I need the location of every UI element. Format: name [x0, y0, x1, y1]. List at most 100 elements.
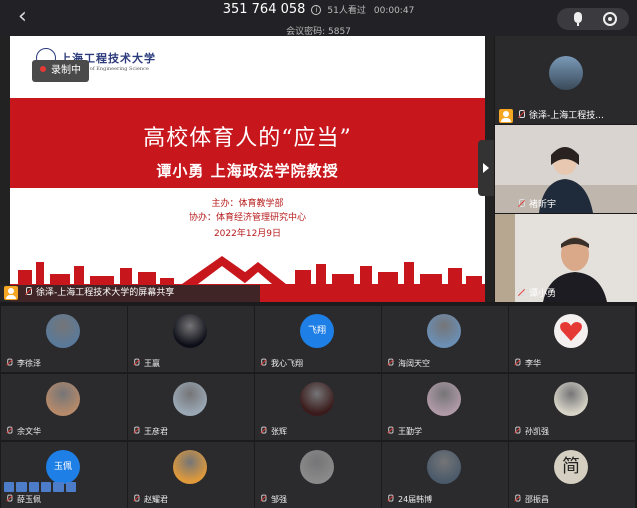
shared-screen[interactable]: 上海工程技术大学 University of Engineering Scien… — [0, 36, 494, 302]
participant-label: 王赢 — [128, 357, 160, 371]
top-controls — [557, 8, 629, 30]
mic-muted-icon — [6, 494, 13, 503]
toolbar-icon[interactable] — [28, 482, 39, 492]
participant-name: 薛玉佩 — [17, 495, 41, 504]
participant-tile[interactable]: 飞翔我心飞翔 — [255, 306, 381, 372]
participant-label: 王勤学 — [382, 425, 422, 439]
avatar — [173, 450, 207, 484]
avatar — [300, 382, 334, 416]
mic-muted-icon — [133, 494, 140, 503]
participant-name: 李华 — [525, 359, 541, 368]
avatar: 玉佩 — [46, 450, 80, 484]
side-video-label: 徐泽-上海工程技... — [495, 108, 637, 124]
screen-share-label: 徐泽-上海工程技术大学的屏幕共享 — [0, 285, 260, 302]
mic-muted-icon — [24, 287, 32, 296]
participant-tile[interactable]: 张辉 — [255, 374, 381, 440]
participant-label: 王彦君 — [128, 425, 168, 439]
participant-label: 李华 — [509, 357, 541, 371]
participant-tile[interactable]: 余文华 — [1, 374, 127, 440]
participant-label: 孙凯强 — [509, 425, 549, 439]
microphone-icon[interactable] — [574, 12, 582, 26]
participant-name: 我心飞翔 — [271, 359, 303, 368]
mic-muted-icon — [6, 426, 13, 435]
participant-name: 李徐泽 — [17, 359, 41, 368]
mic-muted-icon — [517, 110, 525, 119]
participant-name: 海阔天空 — [398, 359, 430, 368]
avatar: 简 — [554, 450, 588, 484]
participant-tile[interactable]: 王彦君 — [128, 374, 254, 440]
avatar — [173, 314, 207, 348]
host-avatar-icon — [499, 109, 513, 123]
screen-share-owner: 徐泽-上海工程技术大学的屏幕共享 — [36, 288, 175, 298]
host-text: 主办：体育教学部 — [211, 199, 284, 209]
meeting-id[interactable]: 351 764 058 — [223, 2, 306, 17]
side-video-tile[interactable]: 徐泽-上海工程技... — [495, 36, 637, 124]
avatar — [554, 314, 588, 348]
participant-label: 赵耀君 — [128, 493, 168, 507]
participant-label: 24届韩博 — [382, 493, 432, 507]
participant-label: 我心飞翔 — [255, 357, 303, 371]
participant-name: 余文华 — [17, 427, 41, 436]
participant-tile[interactable]: 海阔天空 — [382, 306, 508, 372]
participant-name: 24届韩博 — [398, 495, 433, 504]
toolbar-icon[interactable] — [40, 482, 52, 492]
mic-muted-icon — [133, 358, 140, 367]
mic-muted-icon — [517, 288, 525, 297]
side-video-tile[interactable]: 褚昕宇 — [495, 125, 637, 213]
participant-name: 褚昕宇 — [529, 200, 557, 210]
participant-label: 邵振昌 — [509, 493, 549, 507]
avatar — [173, 382, 207, 416]
participant-name: 邵振昌 — [525, 495, 549, 504]
recording-dot-icon — [40, 66, 46, 72]
mic-muted-icon — [514, 494, 521, 503]
participant-tile[interactable]: 24届韩博 — [382, 442, 508, 508]
participant-label: 海阔天空 — [382, 357, 430, 371]
mic-muted-icon — [387, 358, 394, 367]
participant-tile[interactable]: 邹强 — [255, 442, 381, 508]
avatar — [46, 314, 80, 348]
slide-title: 高校体育人的“应当” — [143, 126, 352, 151]
toolbar-strip[interactable] — [4, 482, 76, 492]
toolbar-icon[interactable] — [53, 482, 64, 492]
avatar — [427, 314, 461, 348]
participant-name: 赵耀君 — [144, 495, 168, 504]
participant-label: 薛玉佩 — [1, 493, 41, 507]
mic-muted-icon — [517, 199, 525, 208]
collapse-panel-button[interactable] — [478, 140, 494, 196]
mic-muted-icon — [133, 426, 140, 435]
host-avatar-icon — [4, 286, 18, 300]
participant-tile[interactable]: 赵耀君 — [128, 442, 254, 508]
participant-tile[interactable]: 王赢 — [128, 306, 254, 372]
viewer-count: 51人看过 — [327, 6, 366, 16]
avatar — [46, 382, 80, 416]
recording-indicator[interactable]: 录制中 — [32, 60, 89, 82]
participant-tile[interactable]: 李华 — [509, 306, 635, 372]
mic-muted-icon — [260, 494, 267, 503]
avatar — [554, 382, 588, 416]
participant-tile[interactable]: 简邵振昌 — [509, 442, 635, 508]
participant-name: 王赢 — [144, 359, 160, 368]
info-icon[interactable]: i — [311, 5, 322, 15]
toolbar-icon[interactable] — [65, 482, 76, 492]
mic-muted-icon — [514, 358, 521, 367]
participant-label: 邹强 — [255, 493, 287, 507]
side-video-tile[interactable]: 谭小勇 — [495, 214, 637, 302]
avatar: 飞翔 — [300, 314, 334, 348]
participant-tile[interactable]: 孙凯强 — [509, 374, 635, 440]
slide-subtitle: 谭小勇 上海政法学院教授 — [156, 162, 339, 180]
toolbar-icon[interactable] — [16, 482, 27, 492]
record-toggle-icon[interactable] — [603, 12, 617, 26]
participant-grid: 李徐泽 王赢 飞翔 我心飞翔 海阔天空 李华 余文华 王彦君 张辉 王勤学 孙凯强 玉佩 薛玉佩 赵耀君邹… — [0, 302, 637, 508]
slide-date: 2022年12月9日 — [213, 229, 282, 239]
co-host-text: 协办：体育经济管理研究中心 — [188, 213, 306, 223]
mic-muted-icon — [260, 358, 267, 367]
participant-tile[interactable]: 玉佩薛玉佩 — [1, 442, 127, 508]
mic-muted-icon — [387, 426, 394, 435]
toolbar-icon[interactable] — [4, 482, 15, 492]
avatar — [549, 56, 583, 90]
participant-tile[interactable]: 李徐泽 — [1, 306, 127, 372]
participant-label: 余文华 — [1, 425, 41, 439]
participant-tile[interactable]: 王勤学 — [382, 374, 508, 440]
elapsed-time: 00:00:47 — [373, 6, 415, 16]
participant-name: 徐泽-上海工程技... — [529, 111, 604, 121]
